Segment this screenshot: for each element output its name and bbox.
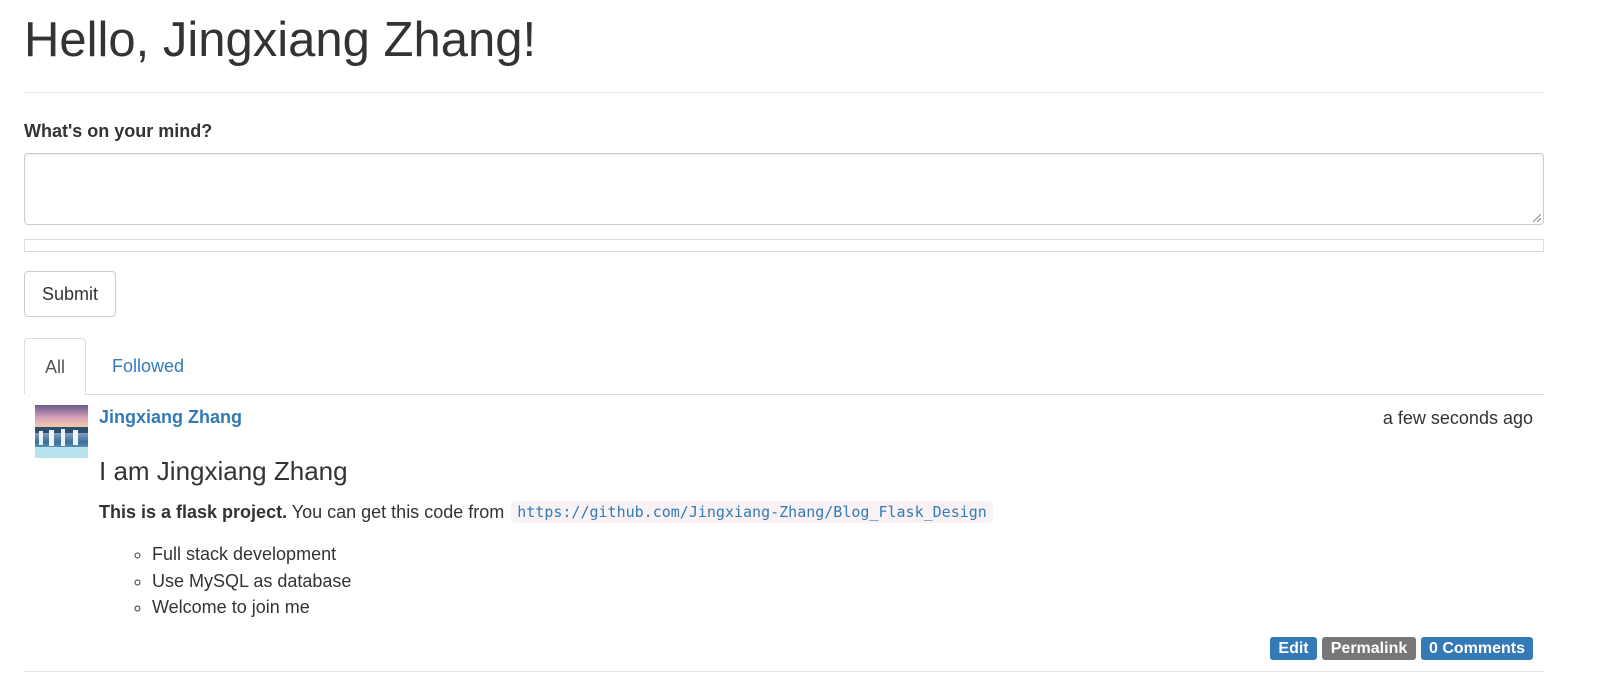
post-body-label: What's on your mind?	[24, 121, 213, 141]
post-timestamp: a few seconds ago	[1382, 408, 1533, 428]
repo-code-link[interactable]: https://github.com/Jingxiang-Zhang/Blog_…	[511, 501, 993, 523]
edit-button[interactable]: Edit	[1270, 637, 1317, 660]
list-item: Welcome to join me	[152, 594, 351, 621]
avatar[interactable]	[35, 405, 88, 458]
post-author-link[interactable]: Jingxiang Zhang	[99, 407, 242, 428]
page-title: Hello, Jingxiang Zhang!	[24, 13, 537, 67]
post-item: Jingxiang Zhang a few seconds ago I am J…	[24, 395, 1544, 672]
post-body-text: This is a flask project. You can get thi…	[99, 501, 993, 523]
tab-all[interactable]: All	[24, 338, 86, 395]
markdown-preview	[24, 239, 1544, 252]
post-bullet-list: Full stack development Use MySQL as data…	[99, 541, 351, 621]
list-item: Use MySQL as database	[152, 568, 351, 595]
comments-button[interactable]: 0 Comments	[1421, 637, 1533, 660]
avatar-image	[35, 405, 88, 458]
post-title: I am Jingxiang Zhang	[99, 456, 348, 486]
submit-button[interactable]: Submit	[24, 271, 116, 317]
post-intro-text: You can get this code from	[287, 502, 510, 522]
page-header: Hello, Jingxiang Zhang!	[24, 0, 1544, 93]
list-item: Full stack development	[152, 541, 351, 568]
post-tabs: All Followed	[24, 338, 1544, 395]
tab-followed[interactable]: Followed	[112, 338, 184, 394]
post-body-textarea[interactable]	[24, 153, 1544, 225]
page: Hello, Jingxiang Zhang! What's on your m…	[0, 0, 1617, 700]
permalink-button[interactable]: Permalink	[1322, 637, 1416, 660]
post-intro-bold: This is a flask project.	[99, 502, 288, 522]
resize-grip-icon[interactable]	[1531, 212, 1541, 222]
